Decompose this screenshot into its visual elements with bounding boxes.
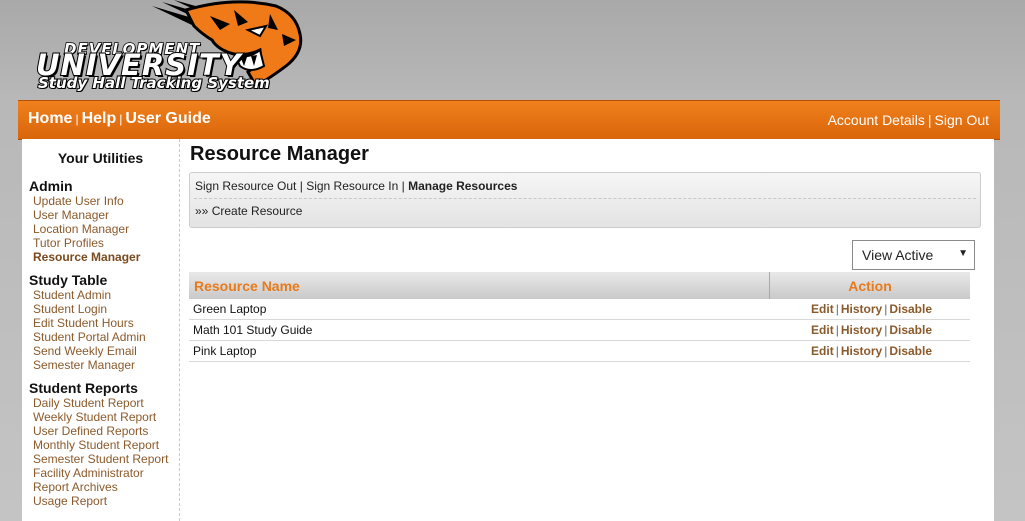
edit-resource-link[interactable]: Edit bbox=[811, 344, 834, 358]
caret-down-icon: ▼ bbox=[958, 248, 968, 259]
sidebar-section: Admin Update User Info User Manager Locatio… bbox=[22, 178, 179, 265]
resource-name-cell: Green Laptop bbox=[189, 299, 770, 320]
sidebar-item-tutor-profiles[interactable]: Tutor Profiles bbox=[33, 236, 179, 250]
action-separator: | bbox=[835, 323, 839, 337]
sidebar-item-student-portal-admin[interactable]: Student Portal Admin bbox=[33, 330, 179, 344]
sidebar-item-semester-student-report[interactable]: Semester Student Report bbox=[33, 452, 179, 466]
nav-home-link[interactable]: Home bbox=[28, 110, 72, 127]
sidebar-item-student-login[interactable]: Student Login bbox=[33, 302, 179, 316]
page-title: Resource Manager bbox=[190, 143, 369, 165]
column-header-action: Action bbox=[769, 272, 970, 299]
nav-sign-out-link[interactable]: Sign Out bbox=[935, 112, 989, 128]
action-separator: | bbox=[835, 302, 839, 316]
table-row: Math 101 Study Guide Edit | History | Disable bbox=[189, 319, 970, 341]
nav-separator: | bbox=[119, 112, 123, 126]
account-nav: Account Details | Sign Out bbox=[828, 112, 989, 128]
resource-actions-cell: Edit | History | Disable bbox=[769, 299, 970, 320]
resource-name-cell: Pink Laptop bbox=[189, 340, 770, 362]
sidebar-item-weekly-student-report[interactable]: Weekly Student Report bbox=[33, 410, 179, 424]
sign-resource-in-link[interactable]: Sign Resource In bbox=[306, 179, 398, 193]
disable-resource-link[interactable]: Disable bbox=[889, 344, 932, 358]
sidebar-item-student-admin[interactable]: Student Admin bbox=[33, 288, 179, 302]
logo-system-name: Study Hall Tracking System bbox=[37, 73, 271, 93]
sidebar-item-resource-manager[interactable]: Resource Manager bbox=[33, 250, 179, 264]
sidebar-item-semester-manager[interactable]: Semester Manager bbox=[33, 358, 179, 372]
utilities-sidebar: Your Utilities Admin Update User Info User… bbox=[22, 139, 180, 521]
disable-resource-link[interactable]: Disable bbox=[889, 323, 932, 337]
sidebar-item-location-manager[interactable]: Location Manager bbox=[33, 222, 179, 236]
history-resource-link[interactable]: History bbox=[841, 344, 882, 358]
manage-resources-link[interactable]: Manage Resources bbox=[408, 179, 517, 193]
double-chevron-icon: »» bbox=[195, 204, 209, 218]
sidebar-item-send-weekly-email[interactable]: Send Weekly Email bbox=[33, 344, 179, 358]
create-resource-link[interactable]: Create Resource bbox=[212, 204, 303, 218]
sidebar-item-user-manager[interactable]: User Manager bbox=[33, 208, 179, 222]
edit-resource-link[interactable]: Edit bbox=[811, 302, 834, 316]
nav-user-guide-link[interactable]: User Guide bbox=[125, 110, 210, 127]
view-filter-value: View Active bbox=[862, 247, 934, 263]
edit-resource-link[interactable]: Edit bbox=[811, 323, 834, 337]
main-content: Resource Manager Sign Resource Out | Sig… bbox=[189, 139, 984, 362]
resource-name-cell: Math 101 Study Guide bbox=[189, 319, 770, 341]
resource-actions-cell: Edit | History | Disable bbox=[769, 319, 970, 341]
site-logo: DEVELOPMENT UNIVERSITY Study Hall Tracki… bbox=[34, 0, 314, 98]
action-separator: | bbox=[884, 302, 888, 316]
disable-resource-link[interactable]: Disable bbox=[889, 302, 932, 316]
table-header-row: Resource Name Action bbox=[189, 272, 970, 299]
subnav-separator: | bbox=[401, 179, 405, 193]
sidebar-item-user-defined-reports[interactable]: User Defined Reports bbox=[33, 424, 179, 438]
nav-separator: | bbox=[75, 112, 79, 126]
sidebar-item-usage-report[interactable]: Usage Report bbox=[33, 494, 179, 508]
action-separator: | bbox=[884, 344, 888, 358]
resource-subnav: Sign Resource Out | Sign Resource In | M… bbox=[189, 172, 981, 228]
resource-actions-cell: Edit | History | Disable bbox=[769, 340, 970, 362]
sidebar-item-facility-administrator[interactable]: Facility Administrator bbox=[33, 466, 179, 480]
column-header-resource-name[interactable]: Resource Name bbox=[189, 272, 770, 299]
table-row: Pink Laptop Edit | History | Disable bbox=[189, 340, 970, 362]
nav-account-details-link[interactable]: Account Details bbox=[828, 112, 925, 128]
sidebar-item-update-user-info[interactable]: Update User Info bbox=[33, 194, 179, 208]
sidebar-section-title: Student Reports bbox=[29, 380, 138, 396]
sidebar-item-report-archives[interactable]: Report Archives bbox=[33, 480, 179, 494]
action-separator: | bbox=[884, 323, 888, 337]
resources-table: Resource Name Action Green Laptop Edit | Hi… bbox=[189, 272, 970, 362]
table-row: Green Laptop Edit | History | Disable bbox=[189, 299, 970, 320]
primary-nav: Home | Help | User Guide bbox=[28, 110, 211, 128]
history-resource-link[interactable]: History bbox=[841, 302, 882, 316]
subnav-separator: | bbox=[299, 179, 303, 193]
sidebar-item-daily-student-report[interactable]: Daily Student Report bbox=[33, 396, 179, 410]
sidebar-section: Student Reports Daily Student Report Weekl… bbox=[22, 380, 179, 509]
sidebar-item-monthly-student-report[interactable]: Monthly Student Report bbox=[33, 438, 179, 452]
sidebar-item-edit-student-hours[interactable]: Edit Student Hours bbox=[33, 316, 179, 330]
sign-resource-out-link[interactable]: Sign Resource Out bbox=[195, 179, 296, 193]
content-panel: Your Utilities Admin Update User Info User… bbox=[22, 139, 994, 521]
nav-help-link[interactable]: Help bbox=[82, 110, 117, 127]
action-separator: | bbox=[835, 344, 839, 358]
subnav-divider bbox=[194, 198, 976, 199]
history-resource-link[interactable]: History bbox=[841, 323, 882, 337]
top-nav-bar: Home | Help | User Guide Account Details | Sig… bbox=[18, 100, 1000, 140]
view-filter-select[interactable]: View Active ▼ bbox=[852, 240, 975, 270]
sidebar-section-title: Study Table bbox=[29, 272, 108, 288]
sidebar-section-title: Admin bbox=[29, 178, 73, 194]
sidebar-section: Study Table Student Admin Student Login Edi… bbox=[22, 272, 179, 373]
nav-separator: | bbox=[927, 112, 932, 128]
sidebar-heading: Your Utilities bbox=[57, 150, 144, 166]
